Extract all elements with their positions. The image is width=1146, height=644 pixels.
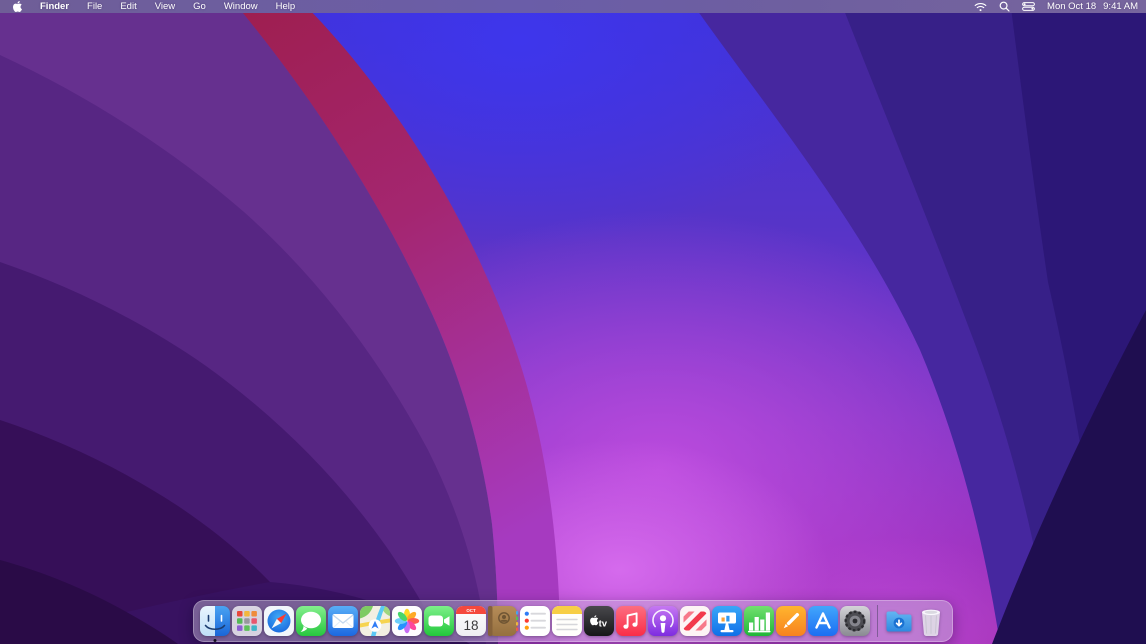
dock-item-keynote[interactable] [711,605,743,637]
wifi-icon[interactable] [968,2,993,12]
desktop-wallpaper [0,0,1146,644]
menu-window[interactable]: Window [215,0,267,13]
running-indicator [214,639,217,642]
dock-item-safari[interactable] [263,605,295,637]
menu-bar: Finder File Edit View Go Window Help [0,0,1146,13]
menu-help[interactable]: Help [267,0,305,13]
dock-item-messages[interactable] [295,605,327,637]
menu-file[interactable]: File [78,0,111,13]
dock-item-app-store[interactable] [807,605,839,637]
dock-item-trash[interactable] [915,605,947,637]
dock-separator [871,604,883,638]
dock-item-news[interactable] [679,605,711,637]
calendar-month-label: OCT [466,608,476,613]
dock-item-maps[interactable] [359,605,391,637]
dock-item-contacts[interactable] [487,605,519,637]
macos-desktop: Finder File Edit View Go Window Help [0,0,1146,644]
menu-date: Mon Oct 18 [1047,0,1096,13]
dock-item-reminders[interactable] [519,605,551,637]
apple-tv-logo-text: tv [599,618,608,629]
menu-app-finder[interactable]: Finder [31,0,78,13]
dock-item-photos[interactable] [391,605,423,637]
dock-item-podcasts[interactable] [647,605,679,637]
control-center-icon[interactable] [1016,2,1041,11]
dock-item-mail[interactable] [327,605,359,637]
dock-item-downloads-folder[interactable] [883,605,915,637]
dock: OCT 18 [193,600,953,642]
dock-item-music[interactable] [615,605,647,637]
spotlight-search-icon[interactable] [993,1,1016,12]
dock-item-system-preferences[interactable] [839,605,871,637]
dock-item-notes[interactable] [551,605,583,637]
apple-logo-icon [12,0,23,13]
menu-clock[interactable]: Mon Oct 18 9:41 AM [1041,0,1138,13]
calendar-day-label: 18 [463,618,478,633]
apple-menu[interactable] [10,0,31,13]
dock-item-finder[interactable] [199,605,231,637]
dock-item-apple-tv[interactable]: tv [583,605,615,637]
dock-item-numbers[interactable] [743,605,775,637]
dock-item-launchpad[interactable] [231,605,263,637]
menu-edit[interactable]: Edit [111,0,145,13]
dock-item-pages[interactable] [775,605,807,637]
menu-go[interactable]: Go [184,0,215,13]
menu-view[interactable]: View [146,0,184,13]
menu-time: 9:41 AM [1103,0,1138,13]
dock-item-facetime[interactable] [423,605,455,637]
dock-item-calendar[interactable]: OCT 18 [455,605,487,637]
